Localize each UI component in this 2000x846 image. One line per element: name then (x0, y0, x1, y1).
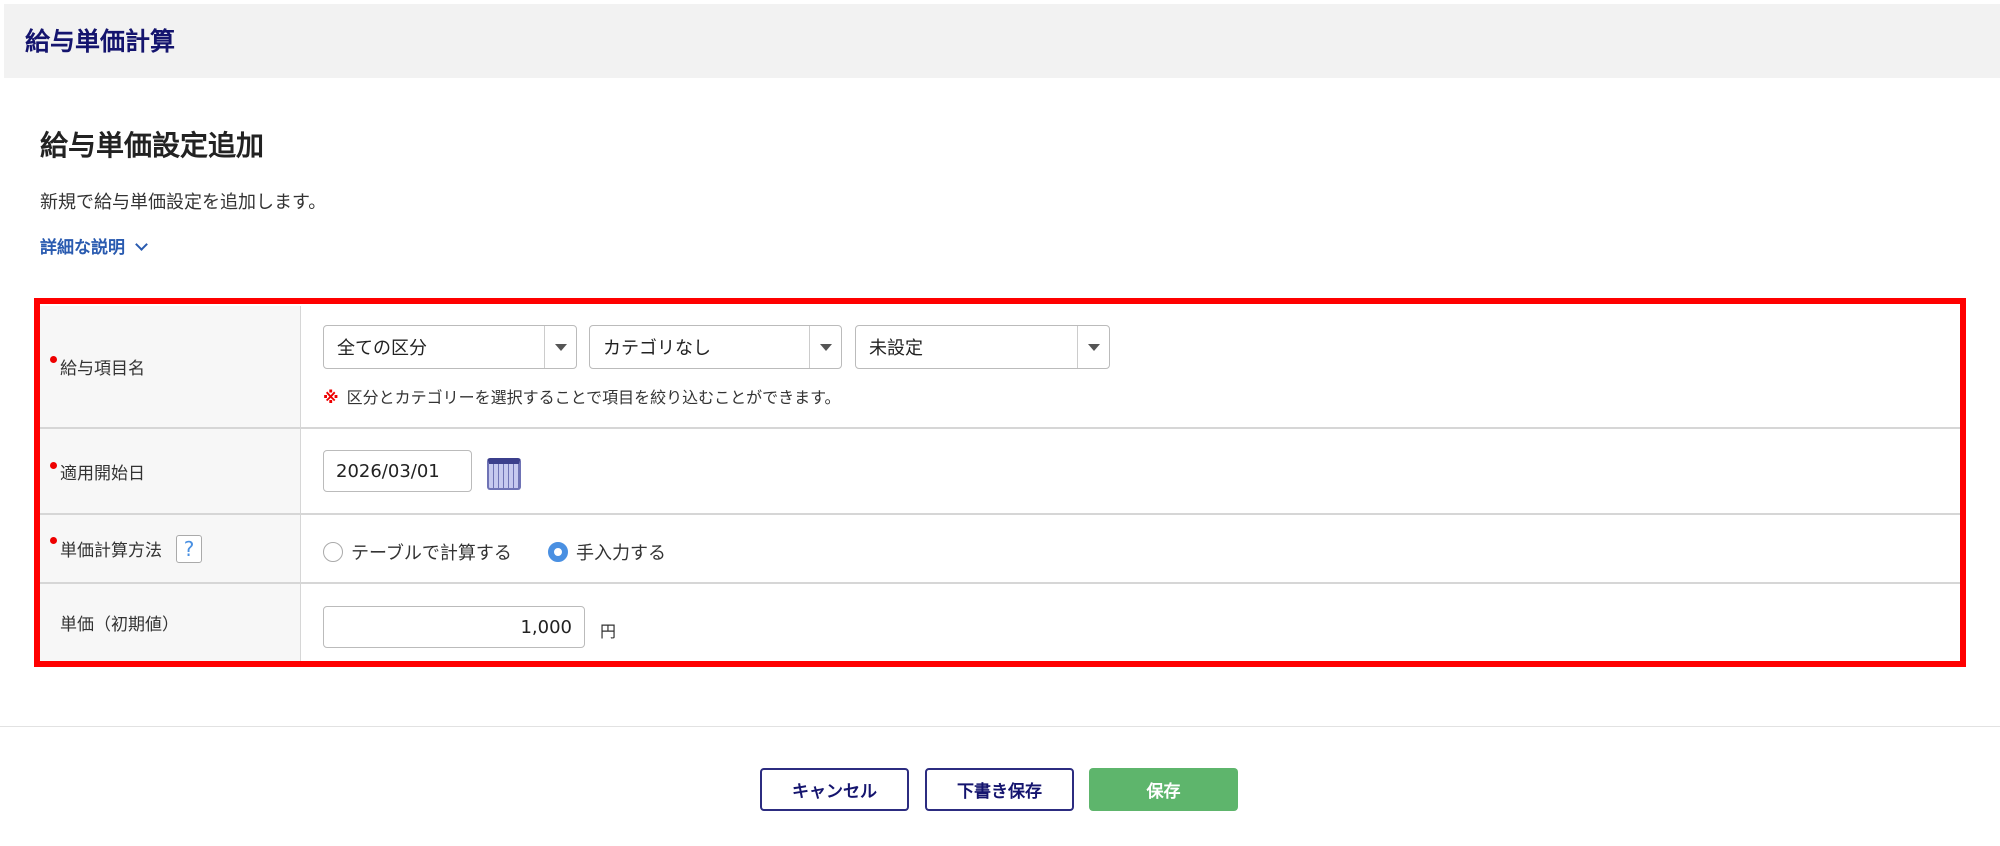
app-header: 給与単価計算 (4, 4, 2000, 78)
radio-label: 手入力する (576, 543, 666, 564)
save-button[interactable]: 保存 (1089, 768, 1238, 811)
radio-manual-input[interactable]: 手入力する (548, 539, 666, 565)
subcategory-select[interactable]: カテゴリなし (589, 325, 842, 369)
label-cell: 給与項目名 (40, 306, 301, 427)
chevron-down-icon (135, 238, 148, 251)
required-dot (50, 462, 57, 469)
footer-divider (0, 726, 2000, 727)
page-description: 新規で給与単価設定を追加します。 (40, 192, 327, 213)
page-title: 給与単価設定追加 (40, 129, 265, 162)
filter-note: ※ 区分とカテゴリーを選択することで項目を絞り込むことができます。 (323, 384, 840, 408)
detail-link-label: 詳細な説明 (40, 238, 125, 258)
radio-table-calc[interactable]: テーブルで計算する (323, 539, 512, 565)
radio-label: テーブルで計算する (351, 543, 512, 564)
note-text: 区分とカテゴリーを選択することで項目を絞り込むことができます。 (346, 388, 841, 407)
start-date-input[interactable]: 2026/03/01 (323, 450, 472, 492)
radio-circle-selected (548, 542, 568, 562)
detail-toggle-link[interactable]: 詳細な説明 (40, 233, 148, 258)
save-draft-button[interactable]: 下書き保存 (925, 768, 1074, 811)
dropdown-arrow-icon (1077, 326, 1109, 368)
item-select-value: 未設定 (869, 338, 923, 359)
cancel-button[interactable]: キャンセル (760, 768, 909, 811)
start-date-label: 適用開始日 (60, 463, 145, 484)
category-select-value: 全ての区分 (337, 338, 427, 359)
item-name-label: 給与項目名 (60, 359, 145, 379)
app-title: 給与単価計算 (25, 27, 176, 56)
calendar-icon[interactable] (487, 458, 521, 490)
subcategory-select-value: カテゴリなし (603, 338, 711, 359)
required-dot (50, 356, 57, 363)
category-select[interactable]: 全ての区分 (323, 325, 577, 369)
dropdown-arrow-icon (544, 326, 576, 368)
item-select[interactable]: 未設定 (855, 325, 1110, 369)
help-icon[interactable]: ? (176, 534, 202, 563)
dropdown-arrow-icon (809, 326, 841, 368)
unit-price-input[interactable]: 1,000 (323, 606, 585, 648)
radio-circle (323, 542, 343, 562)
required-dot (50, 537, 57, 544)
currency-unit: 円 (600, 622, 617, 641)
unit-price-label: 単価（初期値） (60, 615, 179, 635)
note-mark: ※ (323, 388, 339, 407)
calc-method-label: 単価計算方法 (60, 541, 162, 561)
